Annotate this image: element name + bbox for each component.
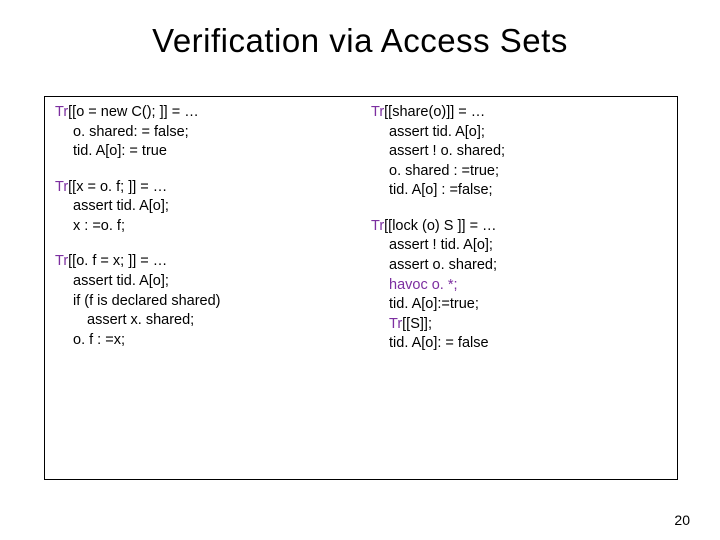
tr-keyword: Tr bbox=[371, 218, 384, 234]
rule-line: tid. A[o]: = true bbox=[55, 142, 351, 162]
rule-line: o. shared : =true; bbox=[371, 162, 667, 182]
rule-line: assert o. shared; bbox=[371, 256, 667, 276]
rule-write: Tr[[o. f = x; ]] = … assert tid. A[o]; i… bbox=[55, 252, 351, 350]
tr-keyword: Tr bbox=[55, 253, 68, 269]
rule-line: tid. A[o] : =false; bbox=[371, 181, 667, 201]
rule-lock: Tr[[lock (o) S ]] = … assert ! tid. A[o]… bbox=[371, 217, 667, 354]
rule-text: [[o = new C(); ]] = … bbox=[68, 104, 199, 120]
rule-line: assert ! o. shared; bbox=[371, 142, 667, 162]
rule-line: assert x. shared; bbox=[55, 311, 351, 331]
rule-text: [[x = o. f; ]] = … bbox=[68, 179, 167, 195]
rule-line: tid. A[o]: = false bbox=[371, 334, 667, 354]
rule-text: [[lock (o) S ]] = … bbox=[384, 218, 496, 234]
havoc-line: havoc o. *; bbox=[371, 276, 667, 296]
tr-keyword: Tr bbox=[55, 179, 68, 195]
rule-line: assert tid. A[o]; bbox=[55, 272, 351, 292]
page-number: 20 bbox=[674, 512, 690, 528]
rule-text: [[o. f = x; ]] = … bbox=[68, 253, 167, 269]
tr-keyword: Tr bbox=[389, 316, 402, 332]
rule-text: [[S]]; bbox=[402, 316, 432, 332]
rule-line: assert tid. A[o]; bbox=[55, 197, 351, 217]
tr-keyword: Tr bbox=[55, 104, 68, 120]
right-column: Tr[[share(o)]] = … assert tid. A[o]; ass… bbox=[361, 97, 677, 479]
content-box: Tr[[o = new C(); ]] = … o. shared: = fal… bbox=[44, 96, 678, 480]
rule-share: Tr[[share(o)]] = … assert tid. A[o]; ass… bbox=[371, 103, 667, 201]
tr-keyword: Tr bbox=[371, 104, 384, 120]
rule-line: o. f : =x; bbox=[55, 331, 351, 351]
rule-line: assert ! tid. A[o]; bbox=[371, 236, 667, 256]
left-column: Tr[[o = new C(); ]] = … o. shared: = fal… bbox=[45, 97, 361, 479]
rule-new: Tr[[o = new C(); ]] = … o. shared: = fal… bbox=[55, 103, 351, 162]
rule-line: assert tid. A[o]; bbox=[371, 123, 667, 143]
rule-line: o. shared: = false; bbox=[55, 123, 351, 143]
rule-line: x : =o. f; bbox=[55, 217, 351, 237]
rule-line: if (f is declared shared) bbox=[55, 292, 351, 312]
rule-line: tid. A[o]:=true; bbox=[371, 295, 667, 315]
page-title: Verification via Access Sets bbox=[0, 0, 720, 80]
rule-text: [[share(o)]] = … bbox=[384, 104, 485, 120]
rule-read: Tr[[x = o. f; ]] = … assert tid. A[o]; x… bbox=[55, 178, 351, 237]
